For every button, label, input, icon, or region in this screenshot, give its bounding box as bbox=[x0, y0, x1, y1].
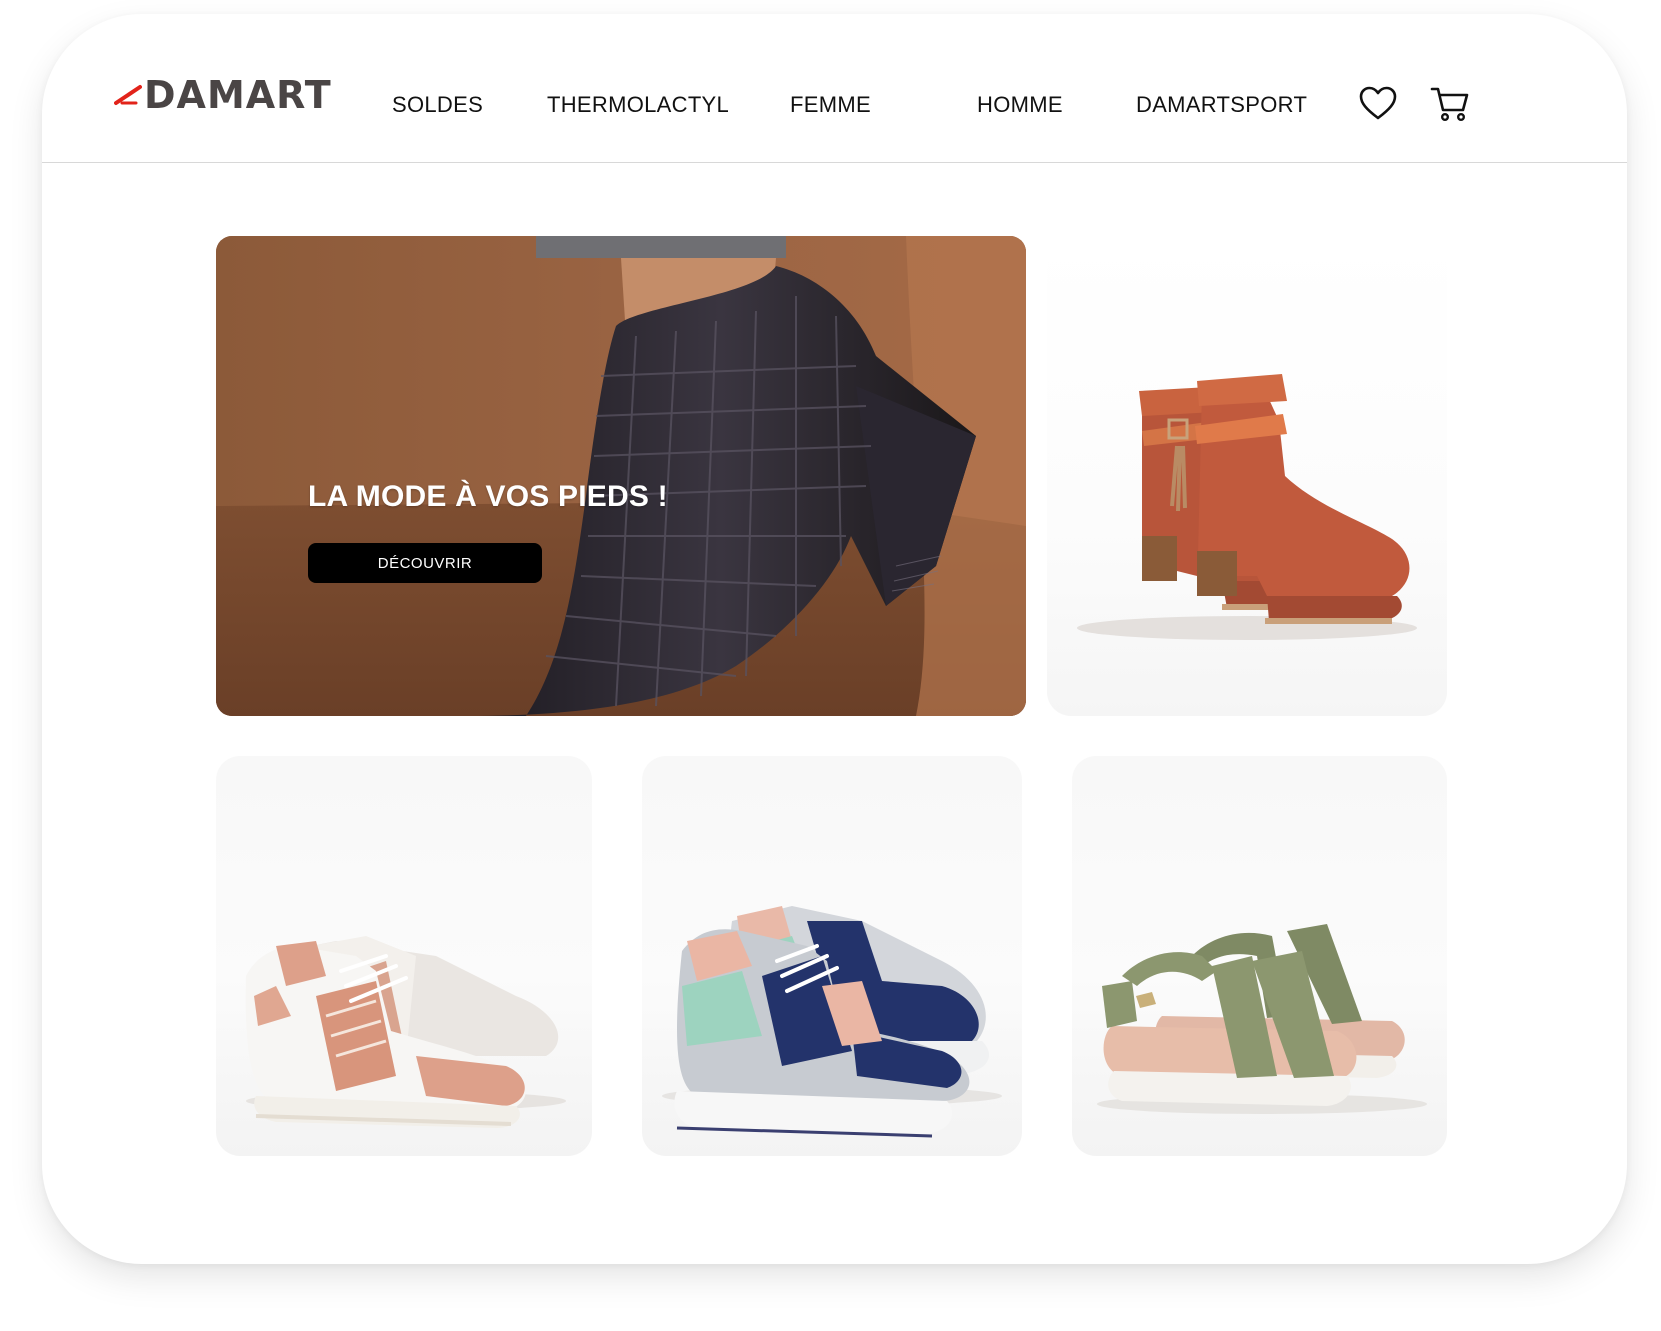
browser-frame: DAMART SOLDES THERMOLACTYL FEMME HOMME D… bbox=[42, 14, 1627, 1264]
product-card-white-sneakers[interactable] bbox=[216, 756, 592, 1156]
logo-text: DAMART bbox=[144, 73, 332, 117]
logo-swoosh-icon bbox=[114, 85, 142, 105]
product-card-navy-sneakers[interactable] bbox=[642, 756, 1022, 1156]
nav-item-femme[interactable]: FEMME bbox=[790, 92, 871, 118]
nav-item-homme[interactable]: HOMME bbox=[977, 92, 1063, 118]
khaki-sandals-image bbox=[1097, 924, 1427, 1114]
heart-icon[interactable] bbox=[1358, 84, 1398, 124]
hero-title: LA MODE À VOS PIEDS ! bbox=[308, 480, 668, 513]
rust-boots-image bbox=[1077, 374, 1417, 640]
navy-sneakers-image bbox=[662, 906, 1002, 1138]
hero-banner[interactable]: LA MODE À VOS PIEDS ! DÉCOUVRIR bbox=[216, 236, 1026, 716]
site-header: DAMART SOLDES THERMOLACTYL FEMME HOMME D… bbox=[42, 14, 1627, 163]
damart-logo[interactable]: DAMART bbox=[114, 70, 332, 120]
hero-boot-image bbox=[216, 236, 1026, 716]
cart-icon[interactable] bbox=[1430, 84, 1470, 124]
nav-item-thermolactyl[interactable]: THERMOLACTYL bbox=[547, 92, 729, 118]
discover-button[interactable]: DÉCOUVRIR bbox=[308, 543, 542, 583]
nav-item-damartsport[interactable]: DAMARTSPORT bbox=[1136, 92, 1307, 118]
white-sneakers-image bbox=[245, 936, 566, 1128]
product-card-rust-boots[interactable] bbox=[1047, 236, 1447, 716]
nav-item-soldes[interactable]: SOLDES bbox=[392, 92, 483, 118]
product-card-khaki-sandals[interactable] bbox=[1072, 756, 1447, 1156]
